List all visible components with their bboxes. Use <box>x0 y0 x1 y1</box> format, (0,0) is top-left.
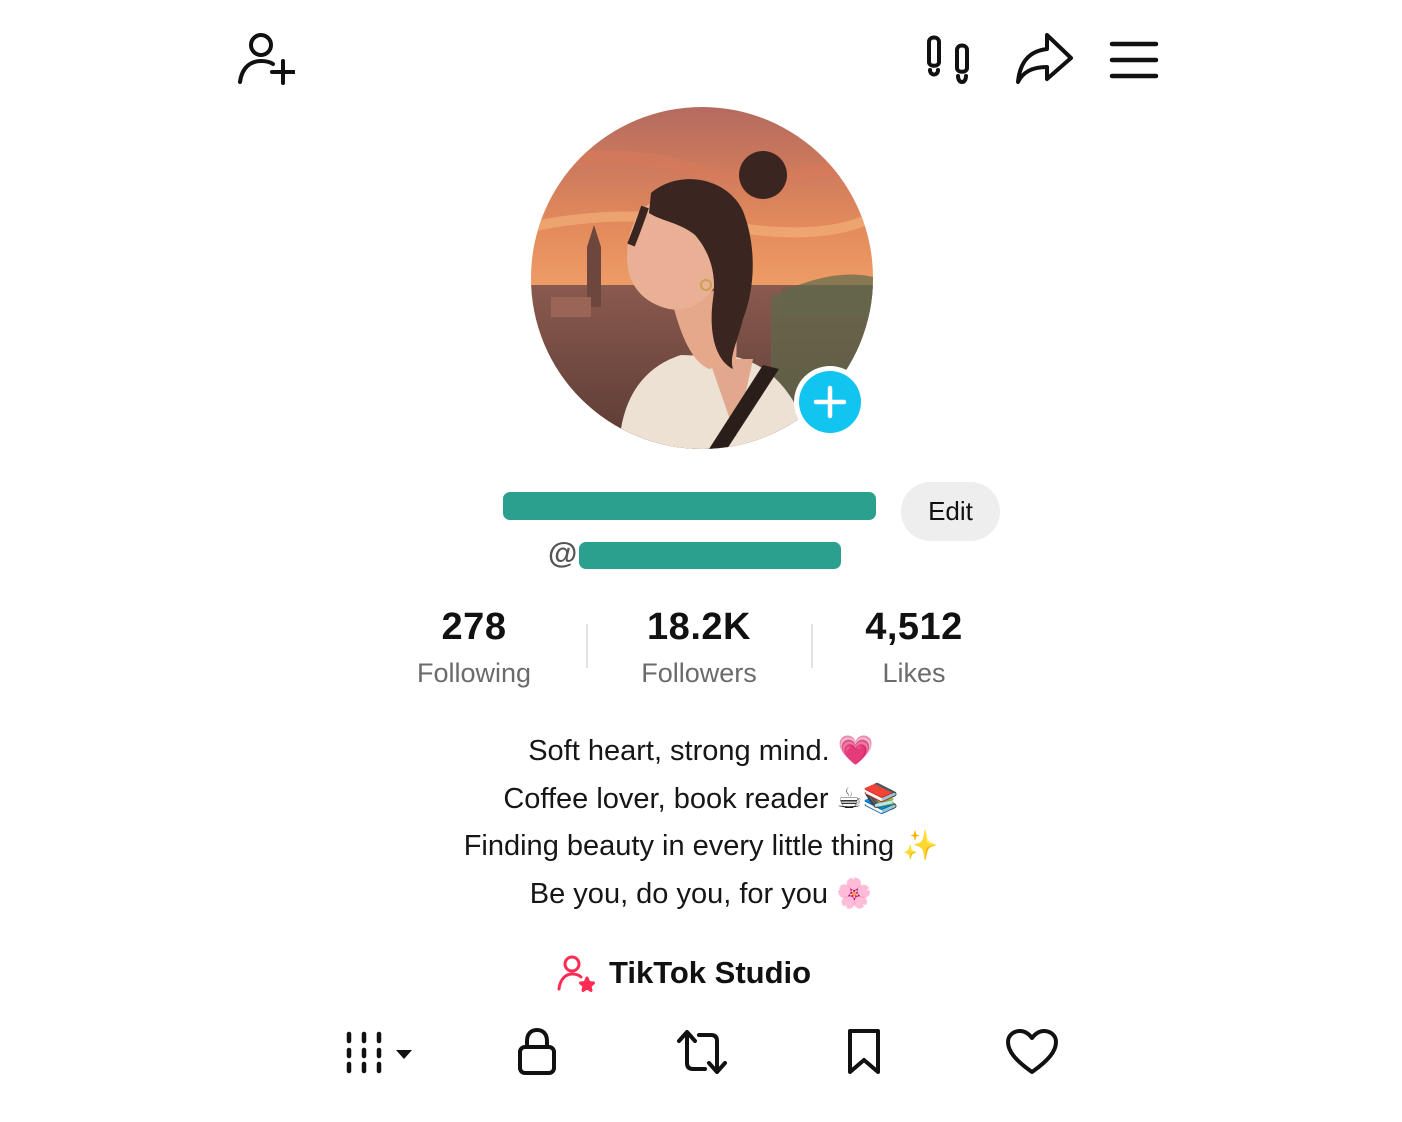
handle-prefix: @ <box>548 537 578 570</box>
lock-icon <box>518 1028 556 1075</box>
followers-label: Followers <box>641 658 757 688</box>
add-friend-button[interactable] <box>234 30 296 88</box>
footprints-icon <box>927 35 969 84</box>
stat-following[interactable]: 278 Following <box>374 606 574 689</box>
studio-label: TikTok Studio <box>609 955 812 990</box>
share-button[interactable] <box>1013 30 1075 88</box>
plus-icon <box>813 385 847 419</box>
tab-videos[interactable] <box>340 1026 416 1078</box>
bio-line: Finding beauty in every little thing ✨ <box>463 830 939 862</box>
following-count: 278 <box>441 606 507 648</box>
tab-private[interactable] <box>512 1026 562 1078</box>
stat-divider <box>811 624 813 668</box>
bio: Soft heart, strong mind. 💗 Coffee lover,… <box>0 728 1402 918</box>
person-plus-icon <box>238 33 295 85</box>
menu-button[interactable] <box>1108 36 1160 84</box>
following-label: Following <box>416 658 532 688</box>
person-star-icon <box>557 955 595 992</box>
username-redacted <box>579 542 841 569</box>
stat-likes: 4,512 Likes <box>814 606 1014 689</box>
tab-favorites[interactable] <box>842 1026 886 1078</box>
share-arrow-icon <box>1016 33 1073 84</box>
hamburger-menu-icon <box>1109 41 1159 79</box>
profile-page: @ Edit 278 Following 18.2K Followers 4,5… <box>0 0 1402 1122</box>
heart-icon <box>1006 1029 1058 1074</box>
likes-label: Likes <box>882 658 946 688</box>
likes-count: 4,512 <box>865 606 963 648</box>
stat-followers[interactable]: 18.2K Followers <box>599 606 799 689</box>
add-avatar-button[interactable] <box>794 366 866 438</box>
followers-count: 18.2K <box>647 606 751 648</box>
tiktok-studio-link[interactable]: TikTok Studio <box>557 952 811 994</box>
bookmark-icon <box>848 1029 880 1074</box>
bio-line: Soft heart, strong mind. 💗 <box>528 735 874 767</box>
edit-profile-button[interactable]: Edit <box>901 482 1000 541</box>
repost-icon <box>677 1030 727 1074</box>
tab-liked[interactable] <box>1004 1026 1060 1078</box>
grid-bars-icon <box>346 1031 412 1074</box>
tab-reposts[interactable] <box>674 1026 730 1078</box>
stat-divider <box>586 624 588 668</box>
display-name-redacted <box>503 492 876 520</box>
profile-views-button[interactable] <box>922 32 976 88</box>
bio-line: Be you, do you, for you 🌸 <box>529 877 873 910</box>
bio-line: Coffee lover, book reader ☕📚 <box>503 782 899 815</box>
